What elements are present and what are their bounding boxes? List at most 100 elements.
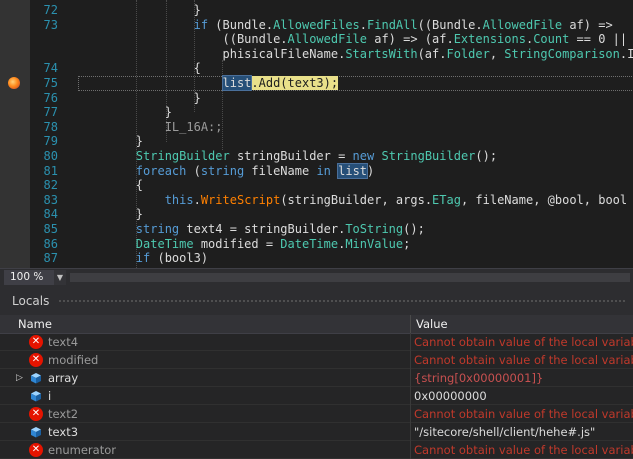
code-token: new bbox=[352, 149, 375, 163]
code-token: WriteScript bbox=[200, 192, 281, 207]
code-token: in bbox=[316, 163, 331, 178]
local-name: enumerator bbox=[48, 443, 116, 457]
code-token: } bbox=[78, 105, 172, 120]
locals-row[interactable]: ✕ text4 Cannot obtain value of the local v… bbox=[0, 333, 633, 351]
code-token: .I bbox=[619, 46, 633, 61]
line-number: 77 bbox=[43, 105, 58, 120]
code-line[interactable]: { bbox=[78, 178, 143, 193]
code-token: StringBuilder bbox=[381, 149, 476, 163]
line-number: 87 bbox=[43, 251, 58, 266]
code-token: } bbox=[78, 90, 201, 105]
local-value[interactable]: {string[0x00000001]} bbox=[414, 369, 633, 387]
code-editor[interactable]: } if (Bundle.AllowedFiles.FindAll((Bundl… bbox=[0, 0, 633, 268]
code-token: ) bbox=[367, 163, 375, 178]
local-value[interactable]: 0x00000000 bbox=[414, 387, 633, 405]
locals-row[interactable]: ✕ enumerator Cannot obtain value of the lo… bbox=[0, 441, 633, 459]
cell-divider bbox=[410, 369, 411, 387]
code-line[interactable]: phisicalFileName.StartsWith(af.Folder, S… bbox=[78, 47, 633, 62]
column-header-name[interactable]: Name bbox=[18, 315, 52, 333]
line-number: 74 bbox=[43, 61, 58, 76]
field-cube-icon bbox=[29, 425, 43, 439]
code-line[interactable]: } bbox=[78, 207, 143, 222]
code-line[interactable]: if (bool3) bbox=[78, 251, 208, 266]
code-line[interactable]: list.Add(text3); bbox=[78, 75, 339, 91]
error-icon: ✕ bbox=[29, 407, 43, 421]
code-token: ( bbox=[186, 163, 201, 178]
line-number: 72 bbox=[43, 3, 58, 17]
line-number bbox=[0, 47, 58, 62]
code-token: } bbox=[78, 207, 144, 222]
code-line[interactable]: foreach (string fileName in list) bbox=[78, 162, 375, 179]
local-name: i bbox=[48, 389, 52, 403]
horizontal-scrollbar[interactable] bbox=[70, 273, 630, 282]
code-line[interactable]: StringBuilder stringBuilder = new String… bbox=[78, 149, 497, 164]
drag-grip[interactable] bbox=[58, 299, 627, 303]
code-token: ((Bundle. bbox=[417, 17, 483, 32]
local-name: text3 bbox=[48, 425, 79, 439]
local-name: text2 bbox=[48, 407, 79, 421]
cell-divider bbox=[410, 333, 411, 351]
local-value[interactable]: Cannot obtain value of the local variabl… bbox=[414, 333, 633, 351]
locals-row[interactable]: i 0x00000000 bbox=[0, 387, 633, 405]
code-token: , bbox=[489, 46, 505, 61]
code-line[interactable]: this.WriteScript(stringBuilder, args.ETa… bbox=[78, 193, 627, 208]
code-token: af) => bbox=[562, 17, 620, 32]
column-splitter[interactable] bbox=[410, 315, 411, 333]
code-token: .Add(text3); bbox=[251, 76, 339, 90]
code-line[interactable]: DateTime modified = DateTime.MinValue; bbox=[78, 236, 411, 252]
code-line[interactable]: ((Bundle.AllowedFile af) => (af.Extensio… bbox=[78, 32, 633, 47]
column-header-value[interactable]: Value bbox=[416, 315, 448, 333]
code-token: foreach bbox=[135, 163, 187, 178]
code-token: if bbox=[193, 17, 209, 32]
locals-row[interactable]: ✕ text2 Cannot obtain value of the local v… bbox=[0, 405, 633, 423]
code-token: . bbox=[359, 17, 368, 32]
code-token: fileName bbox=[244, 163, 317, 178]
code-line[interactable]: { bbox=[78, 61, 201, 76]
locals-row[interactable]: ✕ modified Cannot obtain value of the loca… bbox=[0, 351, 633, 369]
code-token: DateTime bbox=[280, 236, 339, 251]
zoom-level: 100 % bbox=[10, 271, 44, 283]
code-token: string bbox=[200, 163, 245, 178]
chevron-down-icon[interactable]: ▼ bbox=[54, 270, 66, 285]
code-token: MinValue bbox=[345, 236, 404, 251]
line-number: 75 bbox=[43, 76, 58, 90]
code-token: AllowedFile bbox=[482, 17, 563, 32]
code-token: string bbox=[135, 222, 180, 236]
local-value[interactable]: Cannot obtain value of the local variabl… bbox=[414, 441, 633, 459]
locals-title-bar[interactable]: Locals bbox=[0, 287, 633, 315]
code-token: ToString bbox=[345, 222, 404, 236]
code-line[interactable]: IL_16A:; bbox=[78, 120, 223, 135]
local-value[interactable]: "/sitecore/shell/client/hehe#.js" bbox=[414, 423, 633, 441]
code-token: stringBuilder = bbox=[229, 149, 353, 163]
zoom-dropdown[interactable]: 100 % ▼ bbox=[4, 270, 66, 285]
line-number: 76 bbox=[43, 90, 58, 105]
locals-row[interactable]: ▷ array {string[0x00000001]} bbox=[0, 369, 633, 387]
locals-row[interactable]: text3 "/sitecore/shell/client/hehe#.js" bbox=[0, 423, 633, 441]
local-name: modified bbox=[48, 353, 99, 367]
expand-arrow-icon[interactable]: ▷ bbox=[16, 369, 23, 387]
code-line[interactable]: if (Bundle.AllowedFiles.FindAll((Bundle.… bbox=[78, 18, 620, 33]
local-value[interactable]: Cannot obtain value of the local variabl… bbox=[414, 405, 633, 423]
locals-title: Locals bbox=[12, 294, 50, 308]
cell-divider bbox=[410, 441, 411, 459]
cell-divider bbox=[410, 387, 411, 405]
code-line[interactable]: string text4 = stringBuilder.ToString(); bbox=[78, 222, 425, 237]
line-number: 80 bbox=[43, 149, 58, 163]
code-token: } bbox=[78, 3, 201, 17]
code-line[interactable]: } bbox=[78, 3, 201, 18]
indent-guide bbox=[222, 60, 223, 150]
code-line[interactable]: } bbox=[78, 105, 172, 120]
code-token: == 0 || a bbox=[576, 32, 628, 47]
code-line[interactable]: } bbox=[78, 134, 143, 149]
code-token: (bool3) bbox=[150, 251, 209, 266]
code-token: phisicalFileName. bbox=[78, 46, 346, 61]
editor-status-bar: 100 % ▼ bbox=[0, 268, 633, 287]
local-value[interactable]: Cannot obtain value of the local variabl… bbox=[414, 351, 633, 369]
code-token: ((Bundle. bbox=[78, 32, 288, 47]
code-line[interactable]: } bbox=[78, 91, 201, 106]
